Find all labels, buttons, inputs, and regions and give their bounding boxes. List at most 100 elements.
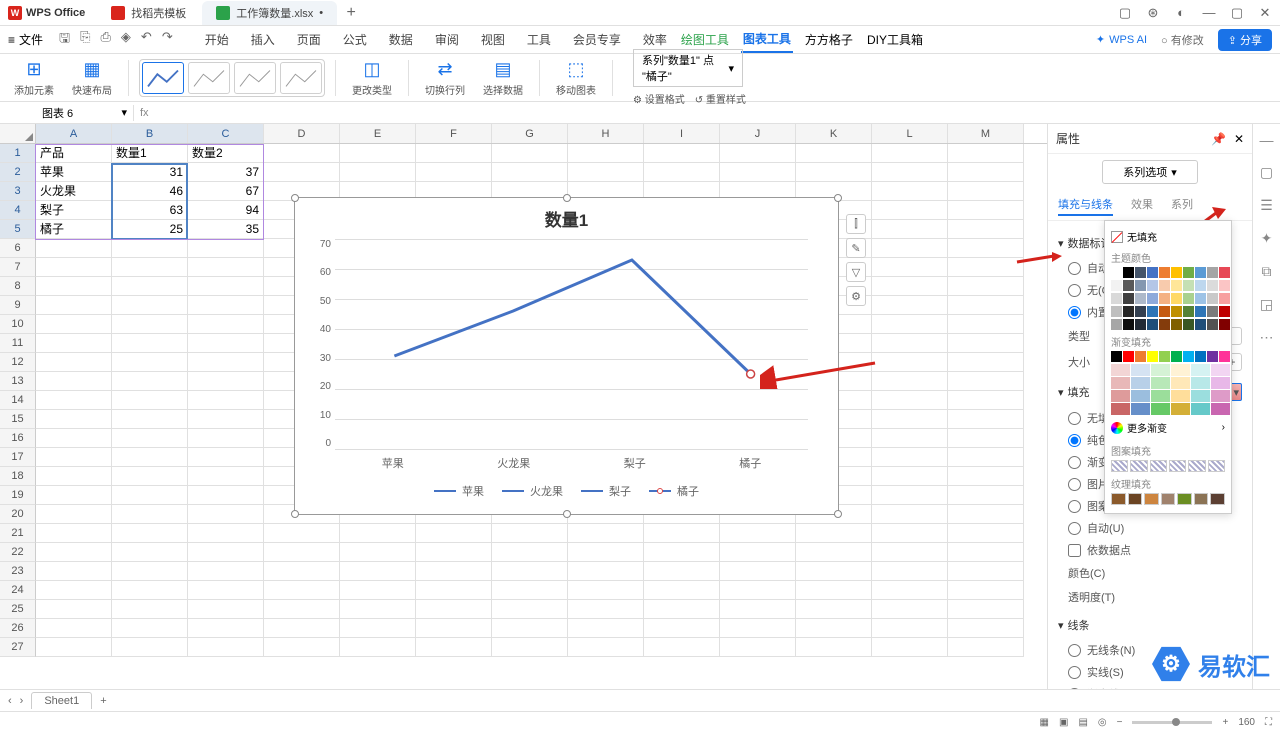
- cell[interactable]: [644, 543, 720, 562]
- color-cell[interactable]: [1135, 280, 1146, 291]
- resize-handle[interactable]: [834, 510, 842, 518]
- cell[interactable]: [188, 467, 264, 486]
- color-cell[interactable]: [1219, 280, 1230, 291]
- row-header[interactable]: 2: [0, 163, 36, 182]
- cell[interactable]: [188, 638, 264, 657]
- sheet-prev-icon[interactable]: ‹: [8, 695, 12, 707]
- zoom-in-icon[interactable]: +: [1222, 717, 1228, 728]
- cell[interactable]: [264, 144, 340, 163]
- color-cell[interactable]: [1111, 293, 1122, 304]
- cell[interactable]: [188, 562, 264, 581]
- cell[interactable]: [264, 581, 340, 600]
- pattern-cell[interactable]: [1130, 460, 1147, 472]
- row-header[interactable]: 15: [0, 410, 36, 429]
- cell[interactable]: [112, 505, 188, 524]
- row-header[interactable]: 26: [0, 619, 36, 638]
- cell[interactable]: [948, 638, 1024, 657]
- cell[interactable]: [36, 619, 112, 638]
- color-cell[interactable]: [1183, 267, 1194, 278]
- line-section[interactable]: ▾ 线条: [1058, 617, 1242, 633]
- cell[interactable]: [340, 543, 416, 562]
- cell[interactable]: [112, 600, 188, 619]
- column-header[interactable]: C: [188, 124, 264, 143]
- cell[interactable]: [112, 638, 188, 657]
- cell[interactable]: 67: [188, 182, 264, 201]
- close-pane-icon[interactable]: ✕: [1234, 132, 1244, 146]
- color-cell[interactable]: [1159, 319, 1170, 330]
- cell[interactable]: [188, 410, 264, 429]
- color-cell[interactable]: [1123, 306, 1134, 317]
- wps-ai-button[interactable]: ✦ WPS AI: [1096, 33, 1147, 46]
- change-type-button[interactable]: ◫更改类型: [346, 59, 398, 97]
- cell[interactable]: 46: [112, 182, 188, 201]
- select-all-corner[interactable]: [0, 124, 36, 143]
- cell[interactable]: [340, 562, 416, 581]
- cell[interactable]: [36, 486, 112, 505]
- cell[interactable]: [112, 372, 188, 391]
- color-cell[interactable]: [1183, 351, 1194, 362]
- color-cell[interactable]: [1207, 319, 1218, 330]
- color-cell[interactable]: [1219, 293, 1230, 304]
- reset-style-button[interactable]: ↺ 重置样式: [695, 91, 746, 106]
- gradient-cell[interactable]: [1111, 403, 1130, 415]
- row-header[interactable]: 17: [0, 448, 36, 467]
- color-cell[interactable]: [1195, 351, 1206, 362]
- cell[interactable]: [948, 220, 1024, 239]
- cell[interactable]: [188, 315, 264, 334]
- cell[interactable]: [872, 315, 948, 334]
- ribbon-tab[interactable]: 会员专享: [571, 27, 623, 52]
- cell[interactable]: [796, 619, 872, 638]
- cell[interactable]: [872, 543, 948, 562]
- cell[interactable]: [948, 201, 1024, 220]
- cell[interactable]: [644, 600, 720, 619]
- chart-style-gallery[interactable]: [139, 59, 325, 97]
- color-cell[interactable]: [1183, 280, 1194, 291]
- color-cell[interactable]: [1171, 319, 1182, 330]
- column-header[interactable]: I: [644, 124, 720, 143]
- cell[interactable]: [568, 619, 644, 638]
- zoom-value[interactable]: 160: [1238, 717, 1255, 728]
- cell[interactable]: [948, 315, 1024, 334]
- cell[interactable]: [872, 638, 948, 657]
- gradient-cell[interactable]: [1211, 364, 1230, 376]
- cell[interactable]: [568, 600, 644, 619]
- tool-icon[interactable]: ⋯: [1260, 329, 1274, 346]
- color-cell[interactable]: [1159, 293, 1170, 304]
- cell[interactable]: [340, 619, 416, 638]
- pattern-cell[interactable]: [1111, 460, 1128, 472]
- cell[interactable]: [188, 543, 264, 562]
- prop-tab-fill[interactable]: 填充与线条: [1058, 194, 1113, 216]
- series-select[interactable]: 系列"数量1" 点 "橘子"▾: [633, 49, 743, 87]
- style-thumb[interactable]: [142, 62, 184, 94]
- cell[interactable]: 37: [188, 163, 264, 182]
- column-header[interactable]: J: [720, 124, 796, 143]
- color-cell[interactable]: [1171, 351, 1182, 362]
- column-header[interactable]: A: [36, 124, 112, 143]
- doc-tab-template[interactable]: 找稻壳模板: [97, 1, 200, 25]
- color-cell[interactable]: [1207, 306, 1218, 317]
- cell[interactable]: [112, 353, 188, 372]
- cell[interactable]: [340, 144, 416, 163]
- row-header[interactable]: 19: [0, 486, 36, 505]
- cell[interactable]: [416, 524, 492, 543]
- color-cell[interactable]: [1147, 306, 1158, 317]
- cell[interactable]: [36, 562, 112, 581]
- gradient-cell[interactable]: [1191, 377, 1210, 389]
- pattern-cell[interactable]: [1150, 460, 1167, 472]
- color-cell[interactable]: [1147, 267, 1158, 278]
- cell[interactable]: 梨子: [36, 201, 112, 220]
- pattern-cell[interactable]: [1208, 460, 1225, 472]
- ribbon-tab[interactable]: 审阅: [433, 27, 461, 52]
- series-options-button[interactable]: 系列选项 ▾: [1102, 160, 1198, 184]
- radio-solidline[interactable]: 实线(S): [1058, 661, 1242, 683]
- cell[interactable]: [188, 505, 264, 524]
- color-cell[interactable]: [1111, 351, 1122, 362]
- chart-plot-area[interactable]: 706050403020100: [335, 239, 808, 449]
- cell[interactable]: [36, 524, 112, 543]
- cell[interactable]: [720, 524, 796, 543]
- radio-autofill[interactable]: 自动(U): [1058, 517, 1242, 539]
- tool-icon[interactable]: ▢: [1260, 164, 1273, 181]
- cell[interactable]: [112, 315, 188, 334]
- cell[interactable]: [188, 391, 264, 410]
- view-normal-icon[interactable]: ▦: [1040, 717, 1049, 728]
